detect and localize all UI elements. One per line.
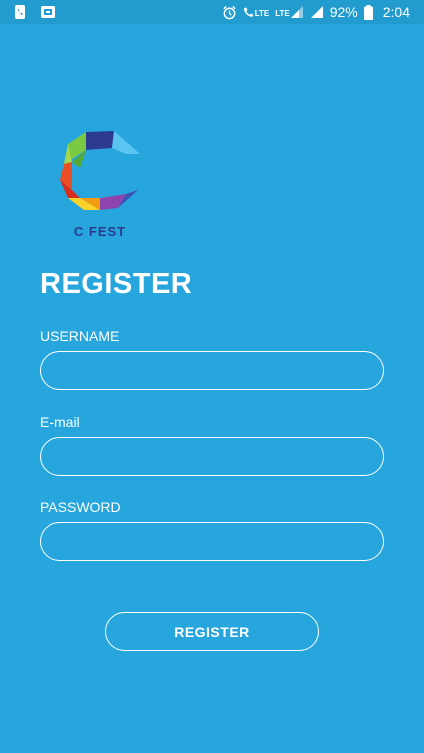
status-icons: LTE LTE 92% 2:04 bbox=[222, 0, 410, 24]
screenshot-icon bbox=[40, 4, 56, 20]
username-input[interactable] bbox=[40, 351, 384, 390]
username-label: USERNAME bbox=[40, 328, 120, 344]
battery-icon bbox=[363, 4, 373, 20]
lte-signal-icon: LTE bbox=[275, 5, 304, 19]
signal-icon bbox=[310, 5, 324, 19]
register-button[interactable]: REGISTER bbox=[105, 612, 319, 651]
status-bar: LTE LTE 92% 2:04 bbox=[0, 0, 424, 24]
lte-badge: LTE bbox=[254, 9, 270, 18]
logo-wordmark: C FEST bbox=[73, 224, 127, 239]
phone-icon bbox=[12, 4, 28, 20]
c-fest-logo-mark bbox=[60, 131, 140, 210]
page-title: REGISTER bbox=[40, 268, 193, 300]
c-fest-logo bbox=[56, 128, 146, 218]
clock: 2:04 bbox=[382, 4, 410, 20]
email-input[interactable] bbox=[40, 437, 384, 476]
email-label: E-mail bbox=[40, 414, 80, 430]
battery-percent: 92% bbox=[329, 4, 358, 20]
password-input[interactable] bbox=[40, 522, 384, 561]
alarm-icon bbox=[222, 5, 237, 20]
password-label: PASSWORD bbox=[40, 499, 121, 515]
lte-label: LTE bbox=[275, 9, 290, 18]
volte-call-icon: LTE bbox=[243, 5, 270, 19]
